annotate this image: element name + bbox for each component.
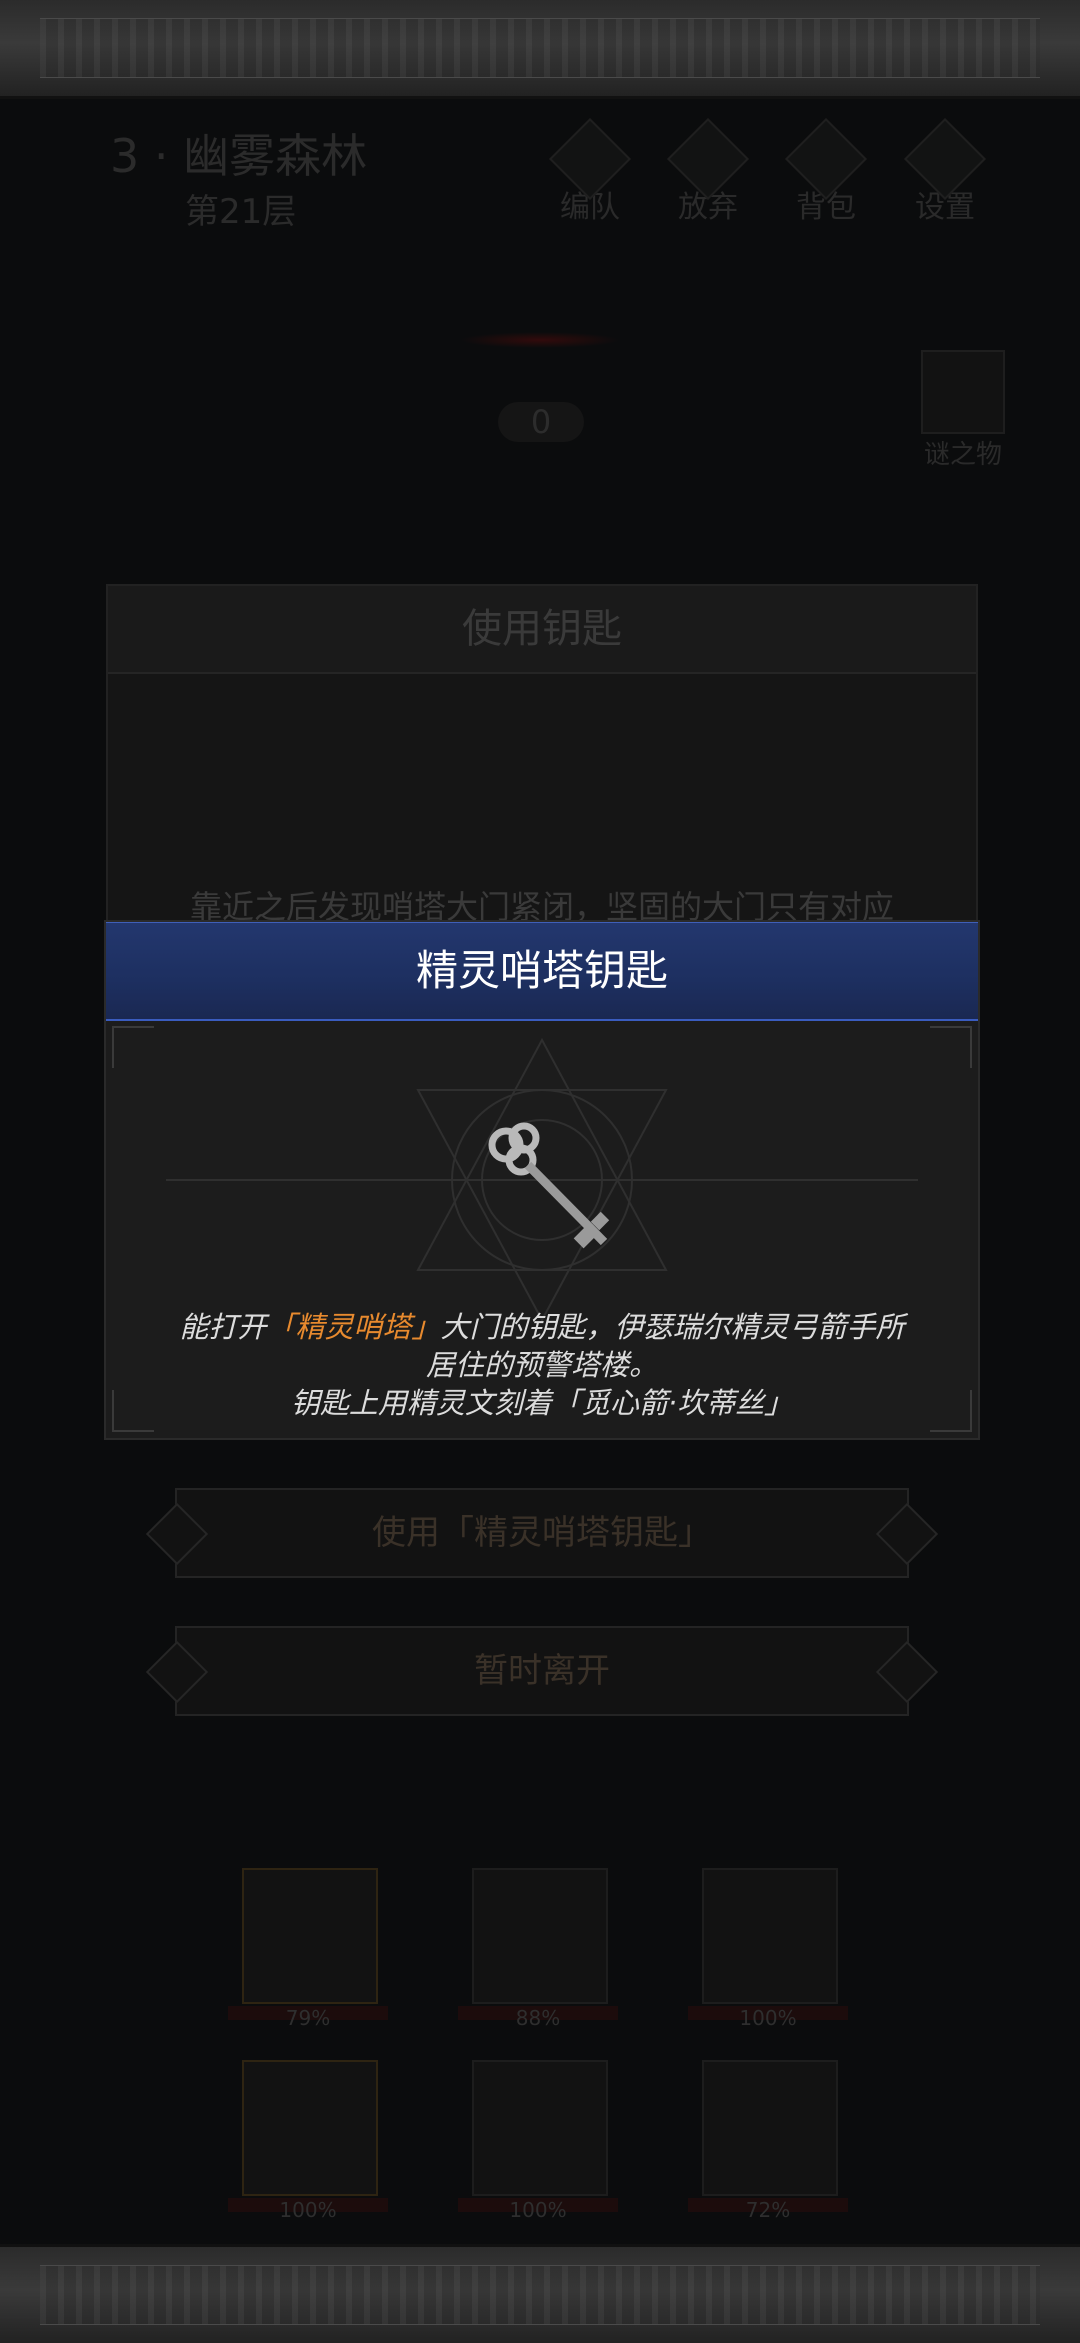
use-key-option-label: 使用「精灵哨塔钥匙」 (372, 1513, 712, 1553)
red-glow (460, 332, 620, 348)
hero-portrait[interactable] (242, 2060, 378, 2196)
hero-portrait[interactable] (702, 2060, 838, 2196)
corner-ornament (112, 1026, 154, 1068)
stage-title: 3 · 幽雾森林 (110, 129, 368, 183)
item-description: 能打开「精灵哨塔」大门的钥匙，伊瑟瑞尔精灵弓箭手所 居住的预警塔楼。 钥匙上用精… (146, 1308, 938, 1422)
stage-floor: 第21层 (185, 192, 297, 232)
bottom-frame (0, 2244, 1080, 2343)
team-button[interactable]: 编队 (545, 117, 635, 230)
mystery-item-button[interactable]: 谜之物 (918, 350, 1008, 471)
hero-portrait[interactable] (472, 2060, 608, 2196)
item-title: 精灵哨塔钥匙 (106, 922, 978, 1021)
corner-ornament (930, 1026, 972, 1068)
desc-highlight: 「精灵哨塔」 (266, 1310, 441, 1344)
corner-ornament (930, 1390, 972, 1432)
hero-hp-text: 72% (745, 2198, 791, 2222)
desc-prefix: 能打开 (179, 1310, 267, 1344)
top-frame-ornament (40, 18, 1040, 78)
desc-line2: 居住的预警塔楼。 (425, 1348, 658, 1382)
abandon-button[interactable]: 放弃 (663, 117, 753, 230)
mystery-label: 谜之物 (923, 440, 1002, 470)
backpack-button[interactable]: 背包 (781, 117, 871, 230)
desc-line3: 钥匙上用精灵文刻着「觅心箭·坎蒂丝」 (290, 1386, 794, 1420)
question-icon (921, 350, 1005, 434)
key-icon (488, 1122, 610, 1249)
leave-option-label: 暂时离开 (474, 1651, 610, 1691)
hero-hp-text: 100% (509, 2198, 567, 2222)
hero-portrait[interactable] (702, 1868, 838, 2004)
hero-hp-text: 100% (739, 2006, 797, 2030)
leave-option-button[interactable]: 暂时离开 (175, 1626, 909, 1716)
top-frame (0, 0, 1080, 99)
hero-hp-text: 100% (279, 2198, 337, 2222)
desc-line1-rest: 大门的钥匙，伊瑟瑞尔精灵弓箭手所 (440, 1310, 905, 1344)
corner-ornament (112, 1390, 154, 1432)
item-info-popup[interactable]: 精灵哨塔钥匙 能打开「精灵哨塔」大门的钥匙，伊瑟瑞尔精灵弓箭手所 居住的预警塔楼… (104, 920, 980, 1440)
hero-portrait[interactable] (242, 1868, 378, 2004)
item-art (106, 1020, 978, 1340)
bottom-frame-ornament (40, 2265, 1040, 2325)
counter: 0 (498, 402, 584, 442)
settings-button[interactable]: 设置 (900, 117, 990, 230)
hero-hp-text: 88% (515, 2006, 561, 2030)
hero-portrait[interactable] (472, 1868, 608, 2004)
use-key-title: 使用钥匙 (108, 586, 976, 674)
use-key-option-button[interactable]: 使用「精灵哨塔钥匙」 (175, 1488, 909, 1578)
hero-hp-text: 79% (285, 2006, 331, 2030)
